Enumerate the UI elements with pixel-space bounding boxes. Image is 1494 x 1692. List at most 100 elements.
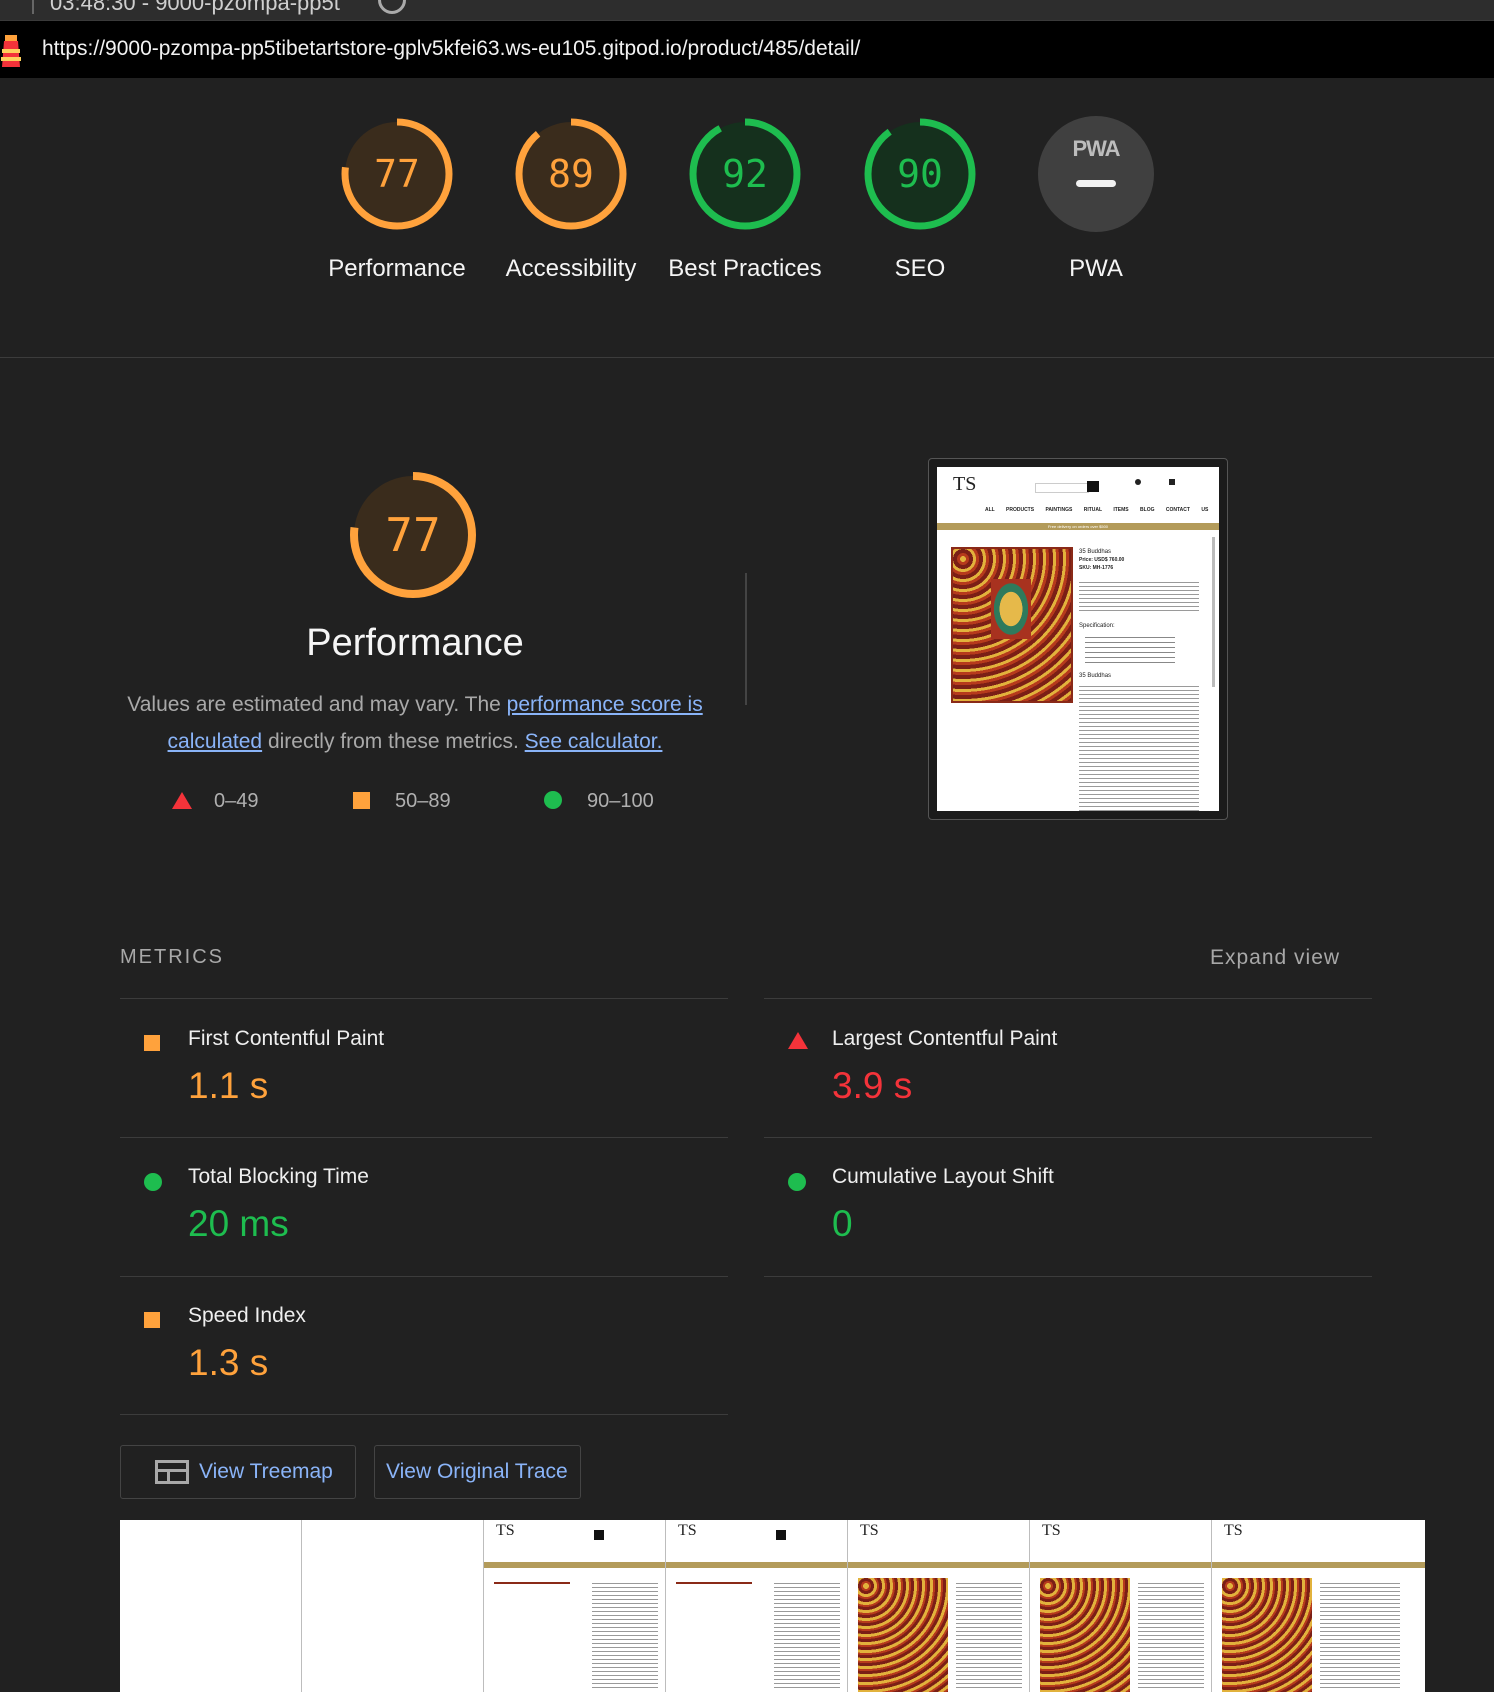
- frame-thangka: [1040, 1578, 1130, 1692]
- metric-value: 1.1 s: [188, 1065, 269, 1106]
- circle-icon: [788, 1173, 806, 1191]
- screenshot-sku: SKU: MH-1776: [1079, 565, 1114, 571]
- desc-middle: directly from these metrics.: [262, 730, 525, 753]
- filmstrip-frame-blank: [120, 1520, 302, 1692]
- frame-banner: [1212, 1562, 1425, 1568]
- pwa-label[interactable]: PWA: [1011, 250, 1181, 287]
- see-calculator-link[interactable]: See calculator.: [525, 730, 663, 753]
- frame-loading-line: [676, 1582, 752, 1584]
- metric-cumulative-layout-shift: Cumulative Layout Shift 0: [764, 1137, 1374, 1275]
- frame-text: [956, 1580, 1022, 1690]
- seo-label[interactable]: SEO: [835, 250, 1005, 287]
- screenshot-nav-3: BLOG: [1140, 507, 1155, 513]
- legend-average: 50–89: [353, 790, 451, 820]
- pwa-gauge[interactable]: PWA: [1038, 116, 1154, 232]
- best-practices-gauge[interactable]: 92: [687, 116, 803, 232]
- frame-header-block: [776, 1530, 786, 1540]
- best-practices-score: 92: [722, 152, 768, 196]
- screenshot-banner: Free delivery on orders over $500: [937, 523, 1219, 530]
- vertical-divider: [745, 573, 747, 705]
- metrics-divider: [120, 1414, 728, 1415]
- metric-name: First Contentful Paint: [188, 1027, 385, 1050]
- screenshot-thangka: [951, 547, 1073, 703]
- frame-header-block: [594, 1530, 604, 1540]
- metric-value: 3.9 s: [832, 1065, 913, 1106]
- frame-thangka: [858, 1578, 948, 1692]
- frame-banner: [1030, 1562, 1211, 1568]
- treemap-icon: [155, 1460, 189, 1484]
- screenshot-nav-0: ALL PRODUCTS: [985, 507, 1035, 513]
- screenshot-text-block: [1079, 579, 1199, 613]
- frame-text: [774, 1580, 840, 1690]
- legend-pass: 90–100: [544, 790, 654, 820]
- circle-icon: [544, 791, 562, 809]
- filmstrip: TS TS TS TS TS: [120, 1520, 1425, 1692]
- screenshot-account-icon: [1135, 479, 1141, 485]
- legend-pass-range: 90–100: [587, 790, 654, 812]
- tab-divider: [32, 0, 34, 14]
- metric-first-contentful-paint: First Contentful Paint 1.1 s: [120, 999, 730, 1137]
- screenshot-search: [1035, 483, 1089, 493]
- filmstrip-frame: TS: [848, 1520, 1030, 1692]
- frame-logo: TS: [496, 1522, 515, 1539]
- lighthouse-icon: [1, 35, 21, 67]
- triangle-icon: [172, 792, 192, 809]
- filmstrip-frame: TS: [484, 1520, 666, 1692]
- metric-name: Speed Index: [188, 1304, 306, 1327]
- screenshot-body-text: [1079, 683, 1199, 811]
- performance-label[interactable]: Performance: [312, 250, 482, 287]
- legend-fail-range: 0–49: [214, 790, 259, 812]
- desc-prefix: Values are estimated and may vary. The: [127, 693, 507, 716]
- screenshot-nav: ALL PRODUCTS PAINTINGS RITUAL ITEMS BLOG…: [985, 507, 1215, 513]
- screenshot-section-heading: 35 Buddhas: [1079, 673, 1112, 679]
- legend-average-range: 50–89: [395, 790, 451, 812]
- screenshot-logo: TS: [953, 473, 977, 495]
- accessibility-gauge[interactable]: 89: [513, 116, 629, 232]
- metrics-heading: METRICS: [120, 946, 224, 968]
- metric-total-blocking-time: Total Blocking Time 20 ms: [120, 1137, 730, 1275]
- expand-view-toggle[interactable]: Expand view: [1210, 946, 1340, 970]
- performance-gauge[interactable]: 77: [339, 116, 455, 232]
- best-practices-label[interactable]: Best Practices: [660, 250, 830, 287]
- square-icon: [144, 1035, 160, 1051]
- tab-strip: 03:48:30 - 9000-pzompa-pp5t: [0, 0, 1494, 21]
- header-divider: [0, 357, 1494, 358]
- view-treemap-button[interactable]: View Treemap: [120, 1445, 356, 1499]
- metrics-divider: [764, 1276, 1372, 1277]
- metric-name: Largest Contentful Paint: [832, 1027, 1058, 1050]
- screenshot-nav-2: RITUAL ITEMS: [1083, 507, 1129, 513]
- screenshot-price: Price: USD$ 760.00: [1079, 557, 1125, 563]
- view-original-trace-label: View Original Trace: [386, 1460, 568, 1483]
- pwa-badge-icon: PWA: [1072, 136, 1120, 161]
- screenshot-spec-list: [1085, 633, 1175, 663]
- screenshot-nav-4: CONTACT US: [1165, 507, 1209, 513]
- frame-banner: [484, 1562, 665, 1568]
- tab-title[interactable]: 03:48:30 - 9000-pzompa-pp5t: [50, 0, 340, 16]
- url-bar[interactable]: https://9000-pzompa-pp5tibetartstore-gpl…: [0, 21, 1494, 78]
- screenshot-page: TS ALL PRODUCTS PAINTINGS RITUAL ITEMS B…: [937, 467, 1219, 811]
- pwa-dash-icon: [1076, 180, 1116, 187]
- final-screenshot[interactable]: TS ALL PRODUCTS PAINTINGS RITUAL ITEMS B…: [928, 458, 1228, 820]
- metric-value: 0: [832, 1203, 853, 1244]
- square-icon: [144, 1312, 160, 1328]
- screenshot-nav-1: PAINTINGS: [1045, 507, 1073, 513]
- url-text[interactable]: https://9000-pzompa-pp5tibetartstore-gpl…: [42, 37, 860, 61]
- accessibility-label[interactable]: Accessibility: [486, 250, 656, 287]
- seo-gauge[interactable]: 90: [862, 116, 978, 232]
- frame-banner: [666, 1562, 847, 1568]
- screenshot-scrollbar[interactable]: [1212, 537, 1215, 687]
- screenshot-product-name: 35 Buddhas: [1079, 549, 1112, 555]
- performance-description: Values are estimated and may vary. The p…: [120, 686, 710, 760]
- filmstrip-frame: TS: [1030, 1520, 1212, 1692]
- view-original-trace-button[interactable]: View Original Trace: [374, 1445, 581, 1499]
- frame-logo: TS: [1224, 1522, 1243, 1539]
- filmstrip-frame: TS: [666, 1520, 848, 1692]
- circle-icon: [144, 1173, 162, 1191]
- performance-detail-score: 77: [385, 508, 441, 562]
- performance-score: 77: [374, 152, 420, 196]
- square-icon: [353, 792, 370, 809]
- frame-logo: TS: [678, 1522, 697, 1539]
- block-icon[interactable]: [378, 0, 406, 14]
- accessibility-score: 89: [548, 152, 594, 196]
- frame-text: [592, 1580, 658, 1690]
